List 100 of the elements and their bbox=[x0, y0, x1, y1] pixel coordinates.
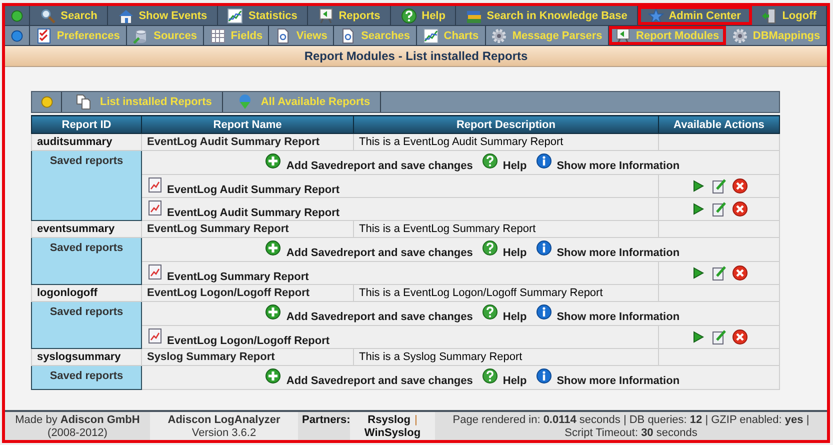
add-saved-report-link[interactable]: Add Savedreport and save changes bbox=[286, 160, 473, 172]
checklist-icon bbox=[36, 28, 52, 44]
table-cell: EventLog Audit Summary Report bbox=[142, 134, 354, 150]
menu-item[interactable]: Views bbox=[269, 26, 334, 45]
table-cell: Syslog Summary Report bbox=[142, 348, 354, 366]
info-icon[interactable] bbox=[536, 240, 552, 256]
edit-icon[interactable] bbox=[711, 178, 727, 194]
partner-link[interactable]: Rsyslog bbox=[368, 414, 410, 427]
database-icon bbox=[132, 28, 149, 44]
help-link[interactable]: Help bbox=[502, 247, 527, 259]
help-icon[interactable] bbox=[482, 304, 498, 320]
documents-icon bbox=[76, 94, 92, 110]
menu-item[interactable]: Statistics bbox=[218, 6, 308, 25]
menu-item[interactable]: DBMappings bbox=[726, 26, 828, 45]
board-icon bbox=[318, 8, 334, 24]
star-icon bbox=[648, 8, 664, 24]
search-icon bbox=[40, 8, 56, 24]
menu-item[interactable]: Logoff bbox=[752, 6, 828, 25]
add-icon[interactable] bbox=[265, 368, 282, 384]
edit-icon[interactable] bbox=[711, 265, 727, 281]
table-cell: This is a EventLog Summary Report bbox=[354, 220, 658, 238]
report-document-icon bbox=[147, 264, 163, 280]
info-link[interactable]: Show more Information bbox=[556, 160, 680, 172]
info-icon[interactable] bbox=[536, 304, 552, 320]
report-document-icon bbox=[147, 328, 163, 344]
add-saved-report-link[interactable]: Add Savedreport and save changes bbox=[286, 375, 473, 387]
menu-item[interactable]: Search in Knowledge Base bbox=[456, 6, 638, 25]
help-icon[interactable] bbox=[482, 368, 498, 384]
add-icon[interactable] bbox=[265, 153, 282, 169]
delete-icon[interactable] bbox=[732, 178, 748, 194]
menu-item[interactable]: Preferences bbox=[30, 26, 127, 45]
menu-item[interactable]: Searches bbox=[334, 26, 417, 45]
menu-item[interactable]: Search bbox=[30, 6, 108, 25]
delete-icon[interactable] bbox=[732, 201, 748, 217]
table-cell: EventLog Summary Report bbox=[142, 220, 354, 238]
globe-arrow-icon bbox=[236, 94, 253, 110]
dot-icon bbox=[10, 8, 24, 22]
partner-separator: | bbox=[414, 414, 418, 427]
menu-item[interactable]: Admin Center bbox=[638, 6, 752, 25]
document-icon bbox=[340, 28, 356, 44]
help-icon bbox=[400, 8, 417, 24]
menu-item[interactable]: Message Parsers bbox=[486, 26, 610, 45]
menu-item[interactable]: Fields bbox=[204, 26, 270, 45]
line-chart-icon bbox=[422, 28, 439, 44]
table-cell: This is a EventLog Audit Summary Report bbox=[354, 134, 658, 150]
footer-stats: Page rendered in: 0.0114 seconds | DB queries: 12 | GZIP enabled: yes | Script Timeout: 30 seconds bbox=[452, 413, 810, 440]
add-saved-report-link[interactable]: Add Savedreport and save changes bbox=[286, 247, 473, 259]
dot-icon bbox=[10, 28, 24, 42]
table-cell: This is a Syslog Summary Report bbox=[354, 348, 658, 366]
door-icon bbox=[761, 8, 778, 24]
saved-reports-label: Saved reports bbox=[32, 150, 142, 220]
page-title: Report Modules - List installed Reports bbox=[5, 46, 827, 67]
edit-icon[interactable] bbox=[711, 329, 727, 345]
column-header: Available Actions bbox=[658, 116, 780, 134]
table-cell: EventLog Logon/Logoff Report bbox=[142, 284, 354, 302]
report-document-icon bbox=[147, 176, 163, 192]
help-link[interactable]: Help bbox=[502, 375, 527, 387]
help-icon[interactable] bbox=[482, 240, 498, 256]
column-header: Report Description bbox=[354, 116, 658, 134]
saved-reports-label: Saved reports bbox=[32, 302, 142, 348]
report-document-icon bbox=[147, 200, 163, 216]
column-header: Report ID bbox=[32, 116, 142, 134]
menu-item[interactable]: Show Events bbox=[108, 6, 218, 25]
saved-report-link[interactable]: EventLog Audit Summary Report bbox=[167, 184, 340, 196]
gear-icon bbox=[491, 28, 508, 44]
document-icon bbox=[275, 28, 292, 44]
menu-item[interactable]: Sources bbox=[126, 26, 204, 45]
info-icon[interactable] bbox=[536, 153, 552, 169]
info-link[interactable]: Show more Information bbox=[556, 247, 680, 259]
saved-reports-label: Saved reports bbox=[32, 366, 142, 390]
add-icon[interactable] bbox=[265, 304, 282, 320]
add-saved-report-link[interactable]: Add Savedreport and save changes bbox=[286, 311, 473, 323]
info-link[interactable]: Show more Information bbox=[556, 375, 680, 387]
board-icon bbox=[615, 28, 632, 44]
add-icon[interactable] bbox=[265, 240, 282, 256]
footer-credit: Made by Adiscon GmbH (2008-2012) bbox=[14, 413, 141, 440]
menu-item[interactable]: Help bbox=[390, 6, 456, 25]
saved-report-link[interactable]: EventLog Logon/Logoff Report bbox=[167, 334, 330, 346]
gear-icon bbox=[732, 28, 748, 44]
saved-report-link[interactable]: EventLog Audit Summary Report bbox=[167, 206, 340, 218]
info-link[interactable]: Show more Information bbox=[556, 311, 680, 323]
edit-icon[interactable] bbox=[711, 201, 727, 217]
menu-item[interactable]: Charts bbox=[416, 26, 486, 45]
info-icon[interactable] bbox=[536, 368, 552, 384]
saved-reports-label: Saved reports bbox=[32, 238, 142, 284]
help-link[interactable]: Help bbox=[502, 160, 527, 172]
menu-item[interactable]: Report Modules bbox=[609, 26, 726, 45]
footer-version: Adiscon LogAnalyzer Version 3.6.2 bbox=[150, 412, 298, 440]
help-icon[interactable] bbox=[482, 153, 498, 169]
delete-icon[interactable] bbox=[732, 329, 748, 345]
house-icon bbox=[118, 8, 134, 24]
help-link[interactable]: Help bbox=[502, 311, 527, 323]
column-header: Report Name bbox=[142, 116, 354, 134]
partner-link[interactable]: WinSyslog bbox=[364, 427, 421, 440]
menu-item[interactable]: Reports bbox=[308, 6, 391, 25]
delete-icon[interactable] bbox=[732, 265, 748, 281]
line-chart-icon bbox=[227, 8, 244, 24]
grid-icon bbox=[210, 28, 226, 44]
partners-label: Partners: bbox=[301, 413, 350, 428]
saved-report-link[interactable]: EventLog Summary Report bbox=[167, 270, 309, 282]
